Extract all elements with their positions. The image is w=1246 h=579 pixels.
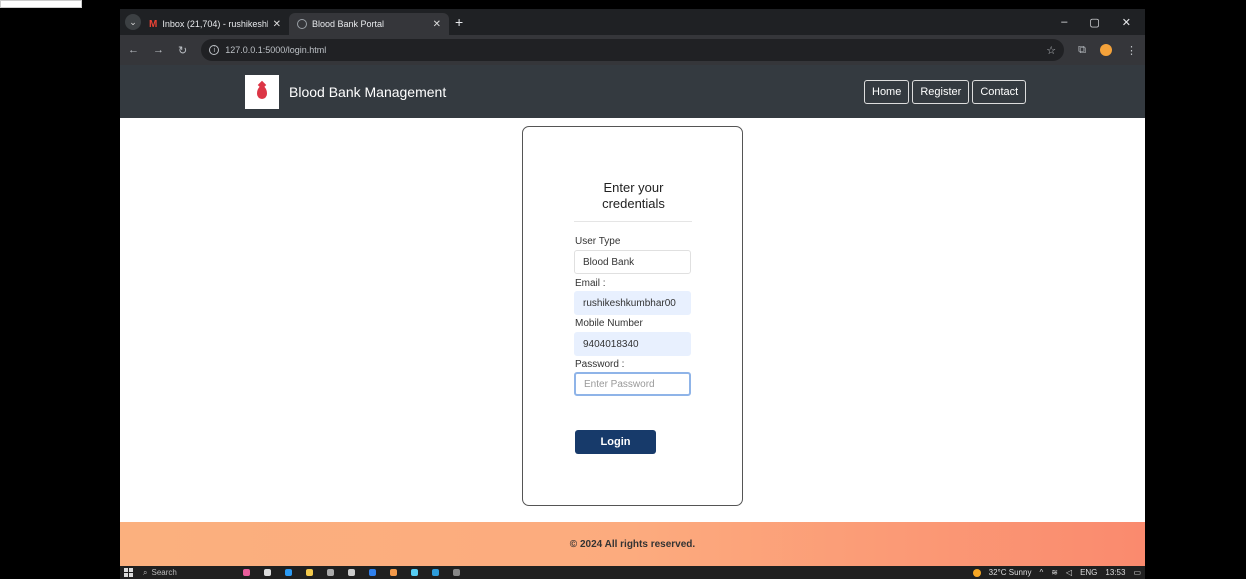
minimize-icon[interactable]: – [1061,16,1067,29]
email-input[interactable]: rushikeshkumbhar00 [574,291,691,315]
app-icon[interactable] [348,569,355,576]
info-icon[interactable]: i [209,45,220,55]
browser-toolbar: ← → ↻ i 127.0.0.1:5000/login.html ☆ ⧉ ⋮ [120,35,1145,65]
close-icon[interactable]: ✕ [433,19,441,30]
globe-icon [297,19,307,29]
recording-frame [0,0,82,8]
footer-copyright: © 2024 All rights reserved. [569,538,696,550]
login-title: Enter your credentials [523,180,744,212]
new-tab-icon[interactable]: + [455,14,463,30]
chrome-icon[interactable] [390,569,397,576]
store-icon[interactable] [327,569,334,576]
back-icon[interactable]: ← [128,44,139,56]
clock-time[interactable]: 13:53 [1105,568,1125,577]
app-icon[interactable] [432,569,439,576]
system-tray: 32°C Sunny ^ ≋ ◁ ENG 13:53 ▭ [972,568,1141,577]
address-bar[interactable]: i 127.0.0.1:5000/login.html ☆ [201,39,1065,61]
edge-icon[interactable] [285,569,292,576]
title-divider [574,221,692,222]
site-navbar: Blood Bank Management Home Register Cont… [120,65,1145,118]
nav-contact-button[interactable]: Contact [972,80,1027,104]
task-view-icon[interactable] [264,569,271,576]
windows-taskbar: ⌕ Search 32°C Sunny ^ ≋ ◁ ENG 13:53 ▭ [120,566,1145,579]
forward-icon[interactable]: → [153,44,164,56]
language-indicator[interactable]: ENG [1080,568,1097,577]
nav-register-button[interactable]: Register [912,80,970,104]
browser-window: ⌄ M Inbox (21,704) - rushikeshkumb ✕ Blo… [120,9,1145,579]
file-explorer-icon[interactable] [306,569,313,576]
window-controls: – ▢ ✕ [1061,16,1145,29]
volume-icon[interactable]: ◁ [1066,568,1072,577]
search-icon: ⌕ [143,567,148,577]
user-type-select[interactable]: Blood Bank [574,250,691,274]
login-title-line1: Enter your [603,180,664,195]
taskbar-search[interactable]: ⌕ Search [143,568,233,578]
bookmark-star-icon[interactable]: ☆ [1046,44,1056,57]
tab-search-icon[interactable]: ⌄ [125,14,141,30]
gmail-icon: M [149,18,158,30]
notification-icon[interactable]: ▭ [1133,568,1141,577]
login-title-line2: credentials [602,196,665,211]
login-button[interactable]: Login [575,430,656,454]
tab-strip: ⌄ M Inbox (21,704) - rushikeshkumb ✕ Blo… [120,9,1145,35]
user-type-label: User Type [575,236,621,247]
windows-start-icon[interactable] [124,568,133,577]
mobile-input[interactable]: 9404018340 [574,332,691,356]
email-label: Email : [575,278,606,289]
maximize-icon[interactable]: ▢ [1089,16,1099,29]
toolbar-right: ⧉ ⋮ [1078,44,1137,57]
tab-inbox[interactable]: M Inbox (21,704) - rushikeshkumb ✕ [141,13,289,35]
weather-sun-icon [972,568,981,577]
close-icon[interactable]: ✕ [273,19,281,30]
tab-blood-bank-portal[interactable]: Blood Bank Portal ✕ [289,13,449,35]
reload-icon[interactable]: ↻ [178,44,187,57]
taskbar-apps [243,569,460,576]
nav-links: Home Register Contact [864,80,1027,104]
login-card: Enter your credentials User Type Blood B… [522,126,743,506]
password-label: Password : [575,359,625,370]
vscode-icon[interactable] [369,569,376,576]
profile-avatar[interactable] [1100,44,1112,56]
close-window-icon[interactable]: ✕ [1122,16,1131,29]
blood-drop-logo-icon [245,75,279,109]
taskbar-search-label: Search [151,568,177,577]
extensions-icon[interactable]: ⧉ [1078,44,1086,57]
tab-title: Inbox (21,704) - rushikeshkumb [162,19,267,29]
url-text: 127.0.0.1:5000/login.html [225,45,327,55]
mobile-label: Mobile Number [575,318,643,329]
password-input[interactable]: Enter Password [574,372,691,396]
site-footer: © 2024 All rights reserved. [120,522,1145,566]
app-icon[interactable] [243,569,250,576]
app-icon[interactable] [453,569,460,576]
chevron-up-icon[interactable]: ^ [1039,568,1043,577]
site-brand[interactable]: Blood Bank Management [289,84,446,100]
more-menu-icon[interactable]: ⋮ [1126,44,1137,57]
weather-text[interactable]: 32°C Sunny [989,568,1032,577]
tab-title: Blood Bank Portal [312,19,385,29]
nav-home-button[interactable]: Home [864,80,910,104]
app-icon[interactable] [411,569,418,576]
wifi-icon[interactable]: ≋ [1051,568,1058,577]
